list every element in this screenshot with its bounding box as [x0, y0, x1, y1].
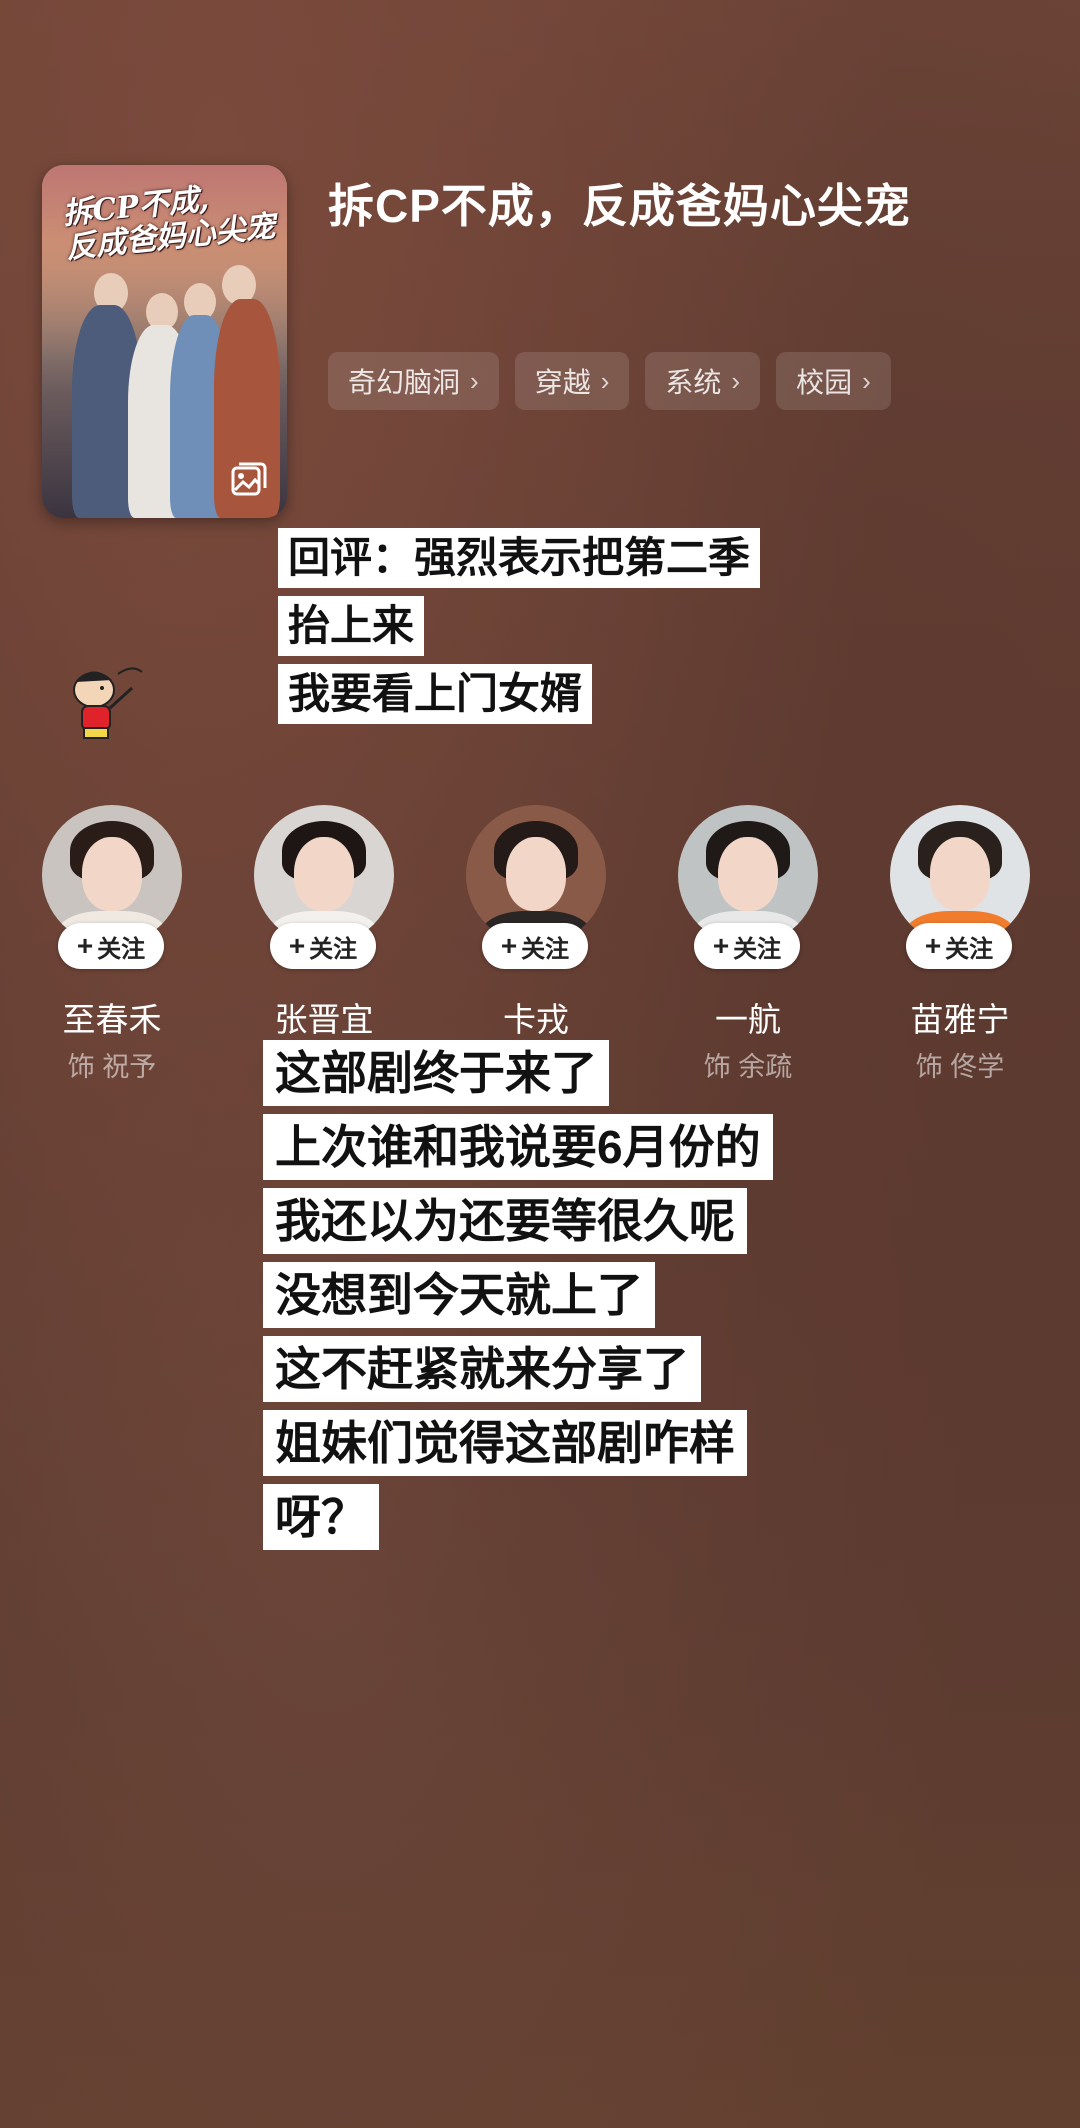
- cast-name: 苗雅宁: [910, 1001, 1010, 1038]
- follow-button[interactable]: + 关注: [270, 923, 376, 969]
- tag-label: 校园: [796, 367, 853, 398]
- cartoon-sticker-icon: [73, 667, 143, 739]
- plus-icon: +: [712, 930, 730, 961]
- chevron-right-icon: ›: [731, 365, 741, 396]
- caption-line: 呀？: [263, 1484, 379, 1550]
- caption-line: 抬上来: [278, 596, 425, 656]
- cast-name: 卡戎: [503, 1001, 569, 1038]
- plus-icon: +: [76, 930, 94, 961]
- follow-button[interactable]: + 关注: [906, 923, 1012, 969]
- plus-icon: +: [500, 930, 518, 961]
- gallery-icon[interactable]: [229, 460, 269, 500]
- caption-top: 回评：强烈表示把第二季 抬上来 我要看上门女婿: [278, 528, 761, 732]
- show-title[interactable]: 拆CP不成，反成爸妈心尖宠: [328, 170, 1028, 236]
- tag-campus[interactable]: 校园 ›: [776, 352, 891, 410]
- tag-label: 奇幻脑洞: [348, 367, 461, 398]
- genre-tags: 奇幻脑洞 › 穿越 › 系统 › 校园 ›: [328, 352, 891, 410]
- chevron-right-icon: ›: [470, 365, 479, 396]
- cast-role: 饰 祝予: [67, 1052, 157, 1082]
- chevron-right-icon: ›: [600, 365, 610, 396]
- tag-system[interactable]: 系统 ›: [645, 352, 761, 410]
- caption-line: 上次谁和我说要6月份的: [263, 1114, 773, 1180]
- caption-line: 回评：强烈表示把第二季: [278, 528, 761, 588]
- plus-icon: +: [288, 930, 306, 961]
- plus-icon: +: [924, 930, 942, 961]
- show-poster[interactable]: 拆CP不成, 反成爸妈心尖宠: [42, 165, 287, 518]
- caption-main: 这部剧终于来了 上次谁和我说要6月份的 我还以为还要等很久呢 没想到今天就上了 …: [263, 1040, 773, 1558]
- tag-fantasy[interactable]: 奇幻脑洞 ›: [328, 352, 499, 410]
- cast-name: 一航: [715, 1001, 781, 1038]
- caption-line: 我还以为还要等很久呢: [263, 1188, 747, 1254]
- cast-name: 张晋宜: [274, 1001, 374, 1038]
- follow-button[interactable]: + 关注: [482, 923, 588, 969]
- caption-line: 这部剧终于来了: [263, 1040, 609, 1106]
- cast-name: 至春禾: [62, 1001, 162, 1038]
- caption-line: 我要看上门女婿: [278, 664, 593, 724]
- chevron-right-icon: ›: [862, 365, 871, 396]
- caption-line: 这不赶紧就来分享了: [263, 1336, 701, 1402]
- cast-role: 饰 佟学: [915, 1052, 1005, 1082]
- tag-time-travel[interactable]: 穿越 ›: [514, 352, 630, 410]
- tag-label: 穿越: [534, 367, 591, 398]
- follow-button[interactable]: + 关注: [694, 923, 800, 969]
- follow-button[interactable]: + 关注: [58, 923, 164, 969]
- tag-label: 系统: [665, 367, 722, 398]
- caption-line: 姐妹们觉得这部剧咋样: [263, 1410, 747, 1476]
- caption-line: 没想到今天就上了: [263, 1262, 655, 1328]
